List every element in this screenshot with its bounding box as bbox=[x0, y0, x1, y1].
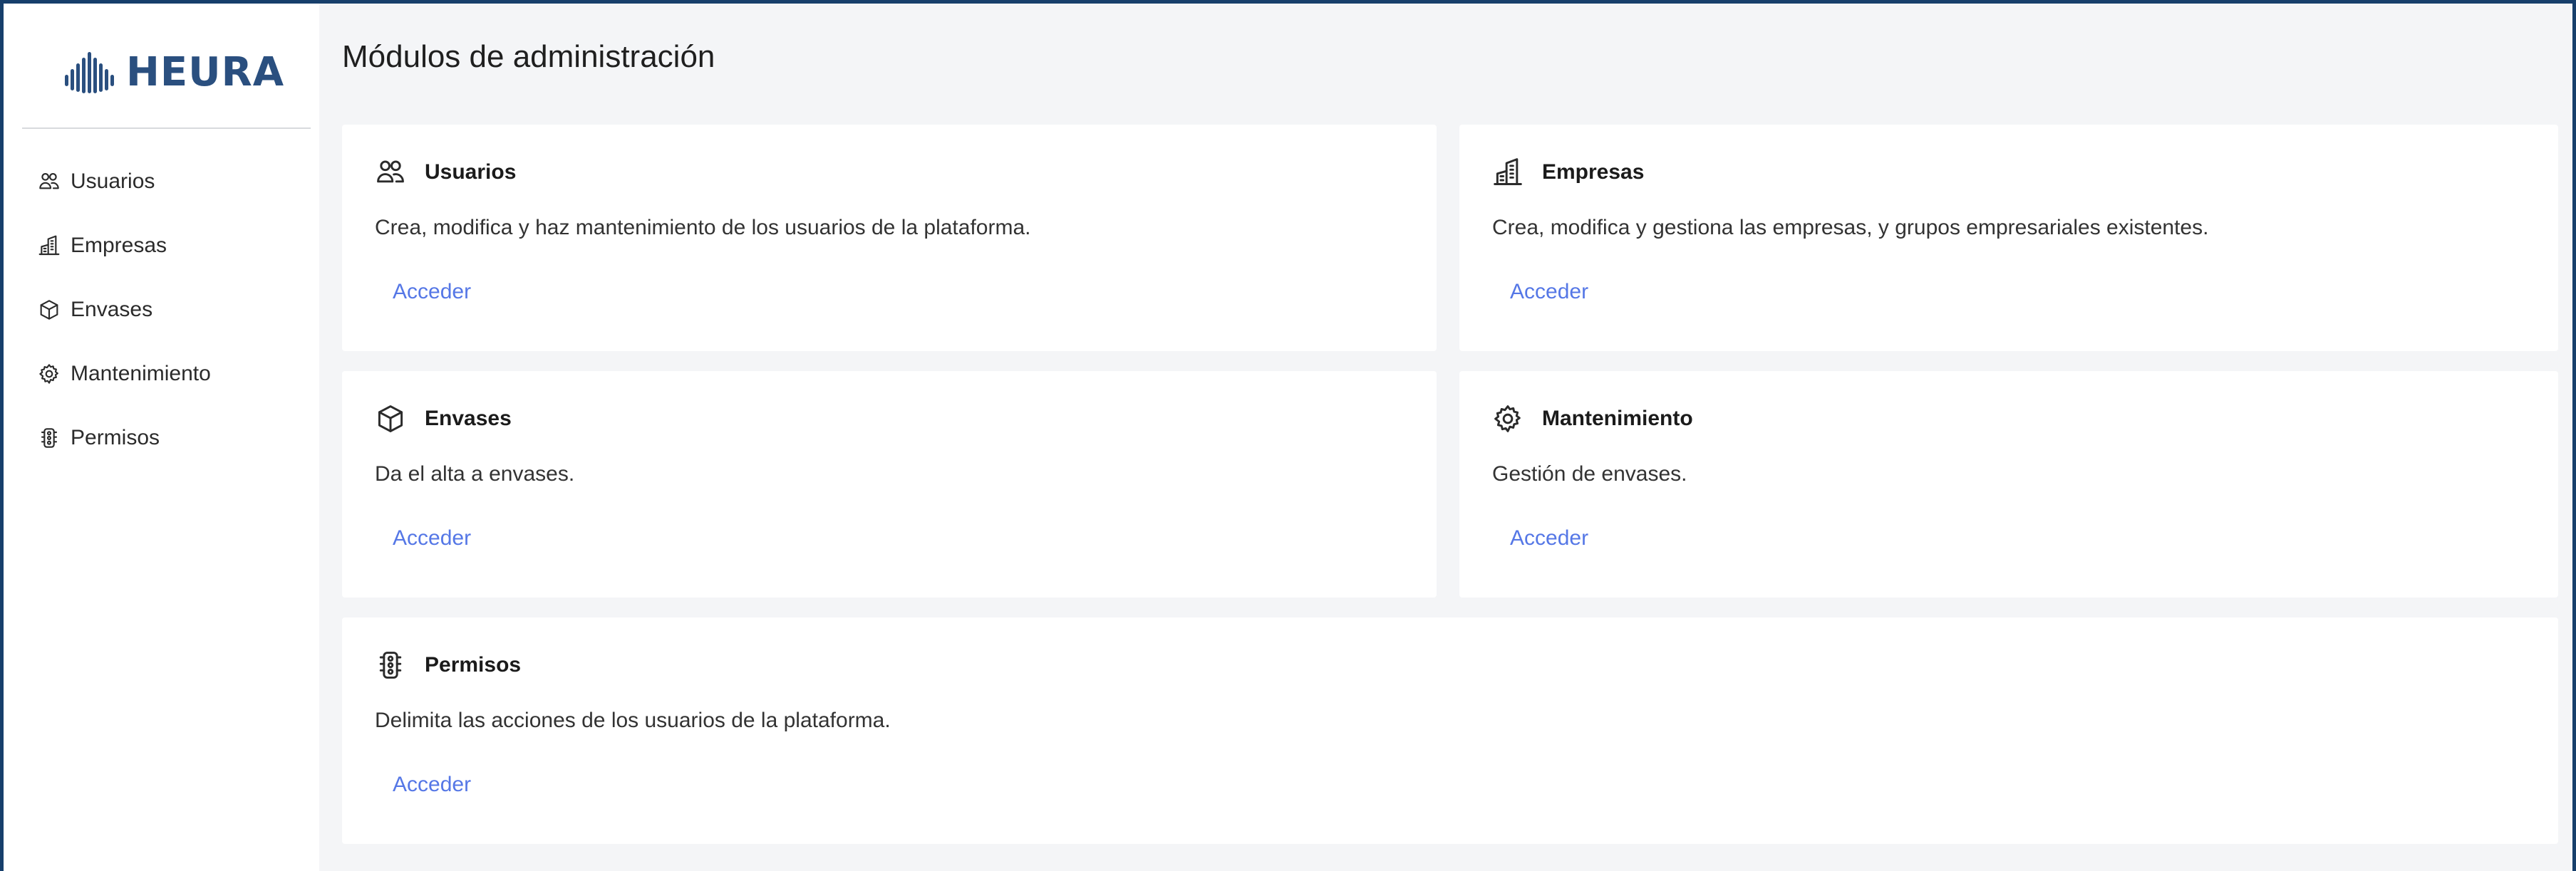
sidebar-item-envases[interactable]: Envases bbox=[38, 278, 211, 342]
card-header: Usuarios bbox=[375, 157, 516, 188]
module-card-usuarios: Usuarios Crea, modifica y haz mantenimie… bbox=[342, 125, 1437, 351]
card-title: Permisos bbox=[425, 653, 522, 677]
box-icon bbox=[38, 298, 61, 321]
sidebar-item-usuarios[interactable]: Usuarios bbox=[38, 150, 211, 214]
module-card-permisos: Permisos Delimita las acciones de los us… bbox=[342, 617, 2558, 844]
sidebar-item-label: Mantenimiento bbox=[71, 362, 211, 385]
card-title: Empresas bbox=[1542, 160, 1645, 184]
sidebar-divider bbox=[22, 127, 311, 129]
building-icon bbox=[38, 234, 61, 257]
sidebar-item-label: Envases bbox=[71, 298, 153, 321]
card-description: Delimita las acciones de los usuarios de… bbox=[375, 709, 891, 732]
gear-icon bbox=[1492, 403, 1524, 434]
users-icon bbox=[38, 170, 61, 193]
box-icon bbox=[375, 403, 406, 434]
card-header: Envases bbox=[375, 403, 512, 434]
acceder-link-usuarios[interactable]: Acceder bbox=[393, 280, 471, 304]
acceder-link-mantenimiento[interactable]: Acceder bbox=[1510, 526, 1588, 551]
brand-logo[interactable]: HEURA bbox=[65, 48, 284, 96]
heura-logo-icon bbox=[65, 52, 114, 93]
card-header: Permisos bbox=[375, 650, 521, 681]
module-card-empresas: Empresas Crea, modifica y gestiona las e… bbox=[1459, 125, 2558, 351]
card-title: Mantenimiento bbox=[1542, 407, 1693, 430]
card-header: Empresas bbox=[1492, 157, 1644, 188]
sidebar-nav: Usuarios Empresas Envases Mantenimiento … bbox=[38, 150, 211, 470]
card-header: Mantenimiento bbox=[1492, 403, 1693, 434]
module-card-mantenimiento: Mantenimiento Gestión de envases. Accede… bbox=[1459, 371, 2558, 598]
sidebar-item-label: Permisos bbox=[71, 426, 160, 449]
card-description: Da el alta a envases. bbox=[375, 462, 575, 486]
traffic-light-icon bbox=[38, 427, 61, 449]
acceder-link-envases[interactable]: Acceder bbox=[393, 526, 471, 551]
module-card-envases: Envases Da el alta a envases. Acceder bbox=[342, 371, 1437, 598]
card-title: Envases bbox=[425, 407, 512, 430]
gear-icon bbox=[38, 363, 61, 385]
traffic-light-icon bbox=[375, 650, 406, 681]
card-title: Usuarios bbox=[425, 160, 517, 184]
users-icon bbox=[375, 157, 406, 188]
card-description: Crea, modifica y gestiona las empresas, … bbox=[1492, 216, 2209, 239]
page-title: Módulos de administración bbox=[342, 39, 715, 74]
building-icon bbox=[1492, 157, 1524, 188]
sidebar-item-mantenimiento[interactable]: Mantenimiento bbox=[38, 342, 211, 406]
sidebar-item-permisos[interactable]: Permisos bbox=[38, 406, 211, 470]
sidebar: HEURA Usuarios Empresas Envases Mantenim… bbox=[4, 4, 319, 871]
sidebar-item-empresas[interactable]: Empresas bbox=[38, 214, 211, 278]
sidebar-item-label: Empresas bbox=[71, 234, 167, 257]
app-window: HEURA Usuarios Empresas Envases Mantenim… bbox=[0, 0, 2576, 871]
sidebar-item-label: Usuarios bbox=[71, 169, 155, 193]
card-description: Gestión de envases. bbox=[1492, 462, 1687, 486]
acceder-link-empresas[interactable]: Acceder bbox=[1510, 280, 1588, 304]
acceder-link-permisos[interactable]: Acceder bbox=[393, 773, 471, 797]
card-description: Crea, modifica y haz mantenimiento de lo… bbox=[375, 216, 1031, 239]
brand-name: HEURA bbox=[126, 48, 285, 95]
